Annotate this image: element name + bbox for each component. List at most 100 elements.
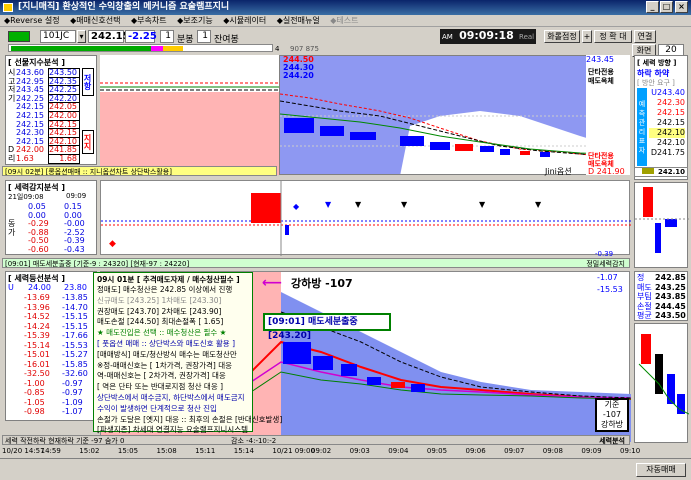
power-detect-panel: [ 세력감지분석 ] 21일09:08 09:09 0.05 0.15 0.00 0.… bbox=[5, 180, 97, 255]
change-field: -2.25 bbox=[125, 30, 157, 43]
top-candle bbox=[520, 151, 530, 155]
power-time1: 21일09:08 bbox=[8, 193, 44, 201]
row-val-b: 1.68 bbox=[48, 154, 80, 164]
window-button[interactable]: 화롤점정 bbox=[544, 30, 580, 43]
row-val-b: -1.07 bbox=[62, 407, 83, 416]
power-marker: ◆ bbox=[109, 239, 116, 249]
menu-signal[interactable]: ◆매매신호선택 bbox=[66, 15, 124, 27]
code-input[interactable]: 101JC bbox=[40, 30, 76, 43]
msg-line: 손절가 도달은 [옛지] 대응 :: 최후의 손절은 [반대신호발생] bbox=[97, 414, 283, 424]
power-val: -0.39 bbox=[595, 250, 614, 258]
row-val-a: -15.39 bbox=[24, 331, 50, 340]
time-tick: 09:10 bbox=[620, 447, 641, 455]
msg-line: [매매방식] 매도/청산방식 매수는 매도청산만 bbox=[97, 349, 237, 359]
annotation-arrow-text: 강하방 -107 bbox=[290, 277, 353, 290]
signal-message-box: 09시 01분 [ 추격매도자제 / 매수청산필수 ] 정매도] 매수청산은 2… bbox=[93, 272, 282, 434]
rest-input[interactable]: 1 bbox=[197, 30, 211, 43]
direction-price: 242.10 bbox=[657, 138, 685, 147]
right-box-1: 기준 bbox=[604, 400, 620, 409]
direction-prices: U243.40 242.30 242.15 242.15 242.10 242.10 D24… bbox=[649, 88, 685, 158]
row-val-b: -13.85 bbox=[62, 293, 88, 302]
top-price-labels: 244.50 244.30 244.20 bbox=[283, 56, 314, 80]
msg-line: 권장매도 [243.70] 2차매도 [243.90] bbox=[97, 306, 222, 316]
msg-line: 수익이 발생하면 단계적으로 청산 진입 bbox=[97, 403, 217, 413]
price-label: 244.20 bbox=[283, 71, 314, 80]
row-val-a: -32.50 bbox=[24, 369, 50, 378]
menu-aux[interactable]: ◆보조기능 bbox=[173, 15, 217, 27]
title-bar: [지니매직] 환상적인 수익창출의 메커니즘 요술램프지니 _ □ × bbox=[0, 0, 691, 15]
msg-line: ★ 매도진입은 선택 :: 매수청산은 필수 ★ bbox=[97, 328, 227, 338]
pl-col2: 24.00 bbox=[28, 283, 51, 292]
code-dropdown-icon[interactable]: ▾ bbox=[77, 30, 86, 43]
row-val-b: -0.97 bbox=[62, 378, 83, 388]
direction-header: [ 세력 방향 ] bbox=[637, 59, 677, 67]
zoom-button[interactable]: 정 확 대 bbox=[594, 30, 632, 43]
window-title: [지니매직] 환상적인 수익창출의 메커니즘 요술램프지니 bbox=[18, 2, 230, 12]
top-pink-area-left bbox=[100, 92, 279, 175]
row-val-a: -14.52 bbox=[24, 312, 50, 321]
menu-simulator[interactable]: ◆시뮬레이터 bbox=[219, 15, 270, 27]
direction-vertical-label: 예 측 관 리 표 자 bbox=[637, 88, 647, 166]
mini-chart-bottom bbox=[634, 323, 690, 443]
link-button[interactable]: 연결 bbox=[634, 30, 656, 43]
time-tick: 14:59 bbox=[40, 447, 61, 455]
direction-price: 242.10 bbox=[649, 128, 685, 138]
order-key: 평균 bbox=[637, 311, 652, 320]
msg-title: 09시 01분 [ 추격매도자제 / 매수청산필수 ] bbox=[97, 275, 240, 284]
power-marker: ▼ bbox=[401, 200, 408, 209]
top-chart[interactable] bbox=[279, 55, 629, 175]
time-tick: 09:07 bbox=[504, 447, 525, 455]
bottom-candle bbox=[411, 384, 425, 392]
row-val-a: -0.60 bbox=[28, 244, 49, 254]
power-marker: ▼ bbox=[355, 200, 362, 209]
period-input[interactable]: 1 bbox=[160, 30, 174, 43]
order-val: 243.50 bbox=[655, 311, 686, 320]
row-val-a: 1.63 bbox=[16, 154, 34, 163]
msg-line: [ 풋옵션 매매 :: 상단박스와 매도신호 활용 ] bbox=[97, 339, 235, 348]
plus-button[interactable]: + bbox=[582, 30, 592, 43]
support-label: 지지 bbox=[82, 130, 94, 154]
mini-candle bbox=[667, 374, 675, 404]
toolbar: 101JC ▾ 242.15 -2.25 1 분봉 1 잔여봉 AM 09:09… bbox=[0, 28, 691, 45]
bottom-candle bbox=[367, 377, 381, 385]
minimize-button[interactable]: _ bbox=[646, 1, 659, 13]
menu-manual[interactable]: ◆실전매뉴얼 bbox=[273, 15, 324, 27]
indicator-green-bar bbox=[11, 46, 151, 51]
menu-reverse[interactable]: ◆Reverse 설정 bbox=[0, 15, 64, 27]
close-button[interactable]: × bbox=[675, 1, 688, 13]
row-val-b: -1.09 bbox=[62, 397, 83, 407]
right-box-2: -107 bbox=[602, 410, 622, 419]
maximize-button[interactable]: □ bbox=[660, 1, 673, 13]
menu-subchart[interactable]: ◆부속차트 bbox=[127, 15, 171, 27]
order-val: 243.85 bbox=[655, 292, 686, 301]
msg-line: 정매도] 매수청산은 242.85 이상에서 진행 bbox=[97, 285, 233, 294]
row-val-b: -15.85 bbox=[62, 359, 88, 369]
msg-line: ※정-매매신호는 [ 1차가격, 권장가격] 대응 bbox=[97, 360, 233, 370]
bottom-yellow-icon bbox=[641, 168, 654, 174]
row-val-a: -13.96 bbox=[24, 302, 50, 312]
direction-price: 242.15 bbox=[657, 118, 685, 127]
time-tick: 09:05 bbox=[426, 447, 448, 455]
annotation-arrow: ⟵ 강하방 -107 bbox=[262, 275, 353, 291]
power-red-bar bbox=[251, 193, 281, 223]
time-tick: 15:14 bbox=[233, 447, 254, 455]
auto-trade-button[interactable]: 자동매매 bbox=[636, 463, 686, 477]
bottom-labels: -1.07 -15.53 bbox=[597, 272, 623, 296]
top-left-lines bbox=[100, 82, 279, 91]
status-bar-icon bbox=[8, 31, 30, 42]
ylabel-d: D 241.90 bbox=[588, 167, 625, 176]
row-val-a: -0.85 bbox=[24, 388, 45, 397]
mini-chart-mid bbox=[634, 182, 689, 268]
direction-price: U243.40 bbox=[651, 88, 685, 97]
direction-sub: [ 방안 요구 ] bbox=[637, 79, 675, 87]
order-key: 정 bbox=[637, 273, 645, 282]
direction-price: D241.75 bbox=[650, 148, 685, 157]
row-val-b: -15.15 bbox=[62, 321, 88, 331]
row-val-a: -1.00 bbox=[24, 378, 45, 388]
ampm-label: AM bbox=[442, 33, 453, 41]
power-chart-svg: ◆ ◆ ▼ ▼ ▼ ▼ ▼ bbox=[101, 181, 631, 256]
row-val-a: -0.98 bbox=[24, 407, 45, 416]
power-chart[interactable]: ◆ ◆ ▼ ▼ ▼ ▼ ▼ bbox=[100, 180, 631, 256]
direction-bottom-value: 242.10 bbox=[634, 167, 688, 177]
menu-test[interactable]: ◆테스트 bbox=[326, 15, 362, 27]
